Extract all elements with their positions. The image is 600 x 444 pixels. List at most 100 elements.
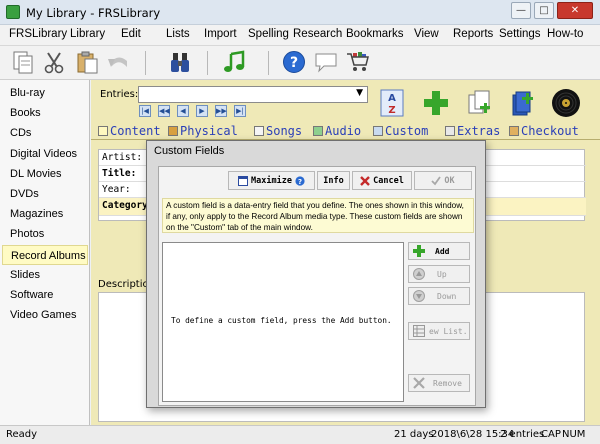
status-bar: Ready 21 days 2018\6\28 15:34 2 entries … [0,425,600,444]
sidebar-item-dvds[interactable]: DVDs [2,184,88,204]
gray-x-icon [413,377,425,389]
sidebar-item-record-albums[interactable]: Record Albums [2,245,88,265]
tab-content[interactable]: Content [98,124,161,138]
cancel-label: Cancel [373,175,404,186]
toolbar: ? [0,46,600,80]
last-entry-button[interactable]: ▶| [234,105,246,117]
sidebar-item-video-games[interactable]: Video Games [2,305,88,325]
add-button[interactable]: Add [408,242,470,260]
box-icon [168,126,178,136]
maximize-label: Maximize [251,175,292,186]
sort-az-icon[interactable]: AZ [377,88,407,118]
previous-entry-button[interactable]: ◀ [177,105,189,117]
up-button[interactable]: Up [408,265,470,283]
remove-label: Remove [433,378,462,388]
toolbar-separator [145,51,146,75]
menu-edit[interactable]: Edit [121,28,141,40]
tab-checkout[interactable]: Checkout [509,124,579,138]
tab-strip: Content Physical Songs Audio Custom Extr… [91,122,600,140]
custom-fields-list[interactable]: To define a custom field, press the Add … [162,242,404,402]
menu-settings[interactable]: Settings [499,28,541,40]
speech-bubble-icon[interactable] [313,49,339,75]
tab-audio-label: Audio [325,124,362,138]
entries-dropdown[interactable]: ▼ [138,86,368,103]
maximize-button[interactable]: □ [534,2,554,19]
add-book-icon[interactable] [509,88,539,118]
extras-icon [445,126,455,136]
svg-text:?: ? [290,55,298,71]
tab-physical[interactable]: Physical [168,124,238,138]
empty-list-message: To define a custom field, press the Add … [171,316,392,325]
record-disc-icon[interactable] [551,88,581,118]
previous-page-button[interactable]: ◀◀ [158,105,170,117]
menu-bookmarks[interactable]: Bookmarks [346,28,404,40]
title-bar: My Library - FRSLibrary — □ ✕ [0,0,600,25]
ok-button[interactable]: OK [414,171,472,190]
status-days: 21 days [394,429,434,440]
sidebar-item-dl-movies[interactable]: DL Movies [2,164,88,184]
sidebar-item-blu-ray[interactable]: Blu-ray [2,83,88,103]
add-label: Add [435,246,450,256]
scissors-icon[interactable] [41,49,67,75]
down-label: Down [437,291,457,301]
shopping-cart-icon[interactable] [345,49,371,75]
menu-lists[interactable]: Lists [166,28,190,40]
tab-songs[interactable]: Songs [254,124,302,138]
sidebar-item-slides[interactable]: Slides [2,265,88,285]
menu-research[interactable]: Research [293,28,342,40]
grid-icon [313,126,323,136]
info-button[interactable]: Info [317,171,350,190]
plus-icon [413,245,425,257]
menu-reports[interactable]: Reports [453,28,493,40]
sidebar-item-magazines[interactable]: Magazines [2,204,88,224]
remove-button[interactable]: Remove [408,374,470,392]
ok-label: OK [444,175,455,186]
toolbar-separator [268,51,269,75]
status-cap: CAP [541,429,561,440]
tab-custom-label: Custom [385,124,429,138]
sidebar-item-books[interactable]: Books [2,103,88,123]
menu-library[interactable]: Library [70,28,105,40]
paste-page-icon[interactable] [10,49,36,75]
sidebar-item-photos[interactable]: Photos [2,224,88,244]
tab-checkout-label: Checkout [521,124,579,138]
cancel-button[interactable]: Cancel [352,171,412,190]
custom-fields-dialog: Custom Fields Maximize ? Info Cancel OK … [146,140,486,408]
binoculars-icon[interactable] [167,49,193,75]
tab-custom[interactable]: Custom [373,124,428,138]
add-entry-icon[interactable] [421,88,451,118]
help-icon[interactable]: ? [281,49,307,75]
menu-import[interactable]: Import [204,28,237,40]
menu-bar: FRSLibrary Library Edit Lists Import Spe… [0,25,600,46]
view-list-button[interactable]: ew List. [408,322,470,340]
menu-frslibrary[interactable]: FRSLibrary [9,28,67,40]
menu-how-to[interactable]: How-to [547,28,583,40]
list-icon [254,126,264,136]
view-list-label: ew List. [429,326,468,336]
toolbar-separator [207,51,208,75]
tab-extras[interactable]: Extras [445,124,500,138]
copy-entry-icon[interactable] [465,88,495,118]
menu-view[interactable]: View [414,28,439,40]
info-label: Info [323,175,344,186]
next-page-button[interactable]: ▶▶ [215,105,227,117]
status-entries: 2 entries [500,429,545,440]
title-label: Title: [102,168,137,179]
clipboard-icon[interactable] [74,49,100,75]
next-entry-button[interactable]: ▶ [196,105,208,117]
menu-spelling[interactable]: Spelling [248,28,289,40]
tab-audio[interactable]: Audio [313,124,361,138]
artist-label: Artist: [102,152,143,163]
undo-icon[interactable] [105,49,131,75]
media-type-sidebar: Blu-ray Books CDs Digital Videos DL Movi… [0,80,90,425]
maximize-dialog-button[interactable]: Maximize ? [228,171,315,190]
down-button[interactable]: Down [408,287,470,305]
minimize-button[interactable]: — [511,2,531,19]
music-note-icon[interactable] [222,49,248,75]
table-icon [413,325,425,337]
close-button[interactable]: ✕ [557,2,593,19]
sidebar-item-software[interactable]: Software [2,285,88,305]
sidebar-item-cds[interactable]: CDs [2,123,88,143]
first-entry-button[interactable]: |◀ [139,105,151,117]
sidebar-item-digital-videos[interactable]: Digital Videos [2,144,88,164]
